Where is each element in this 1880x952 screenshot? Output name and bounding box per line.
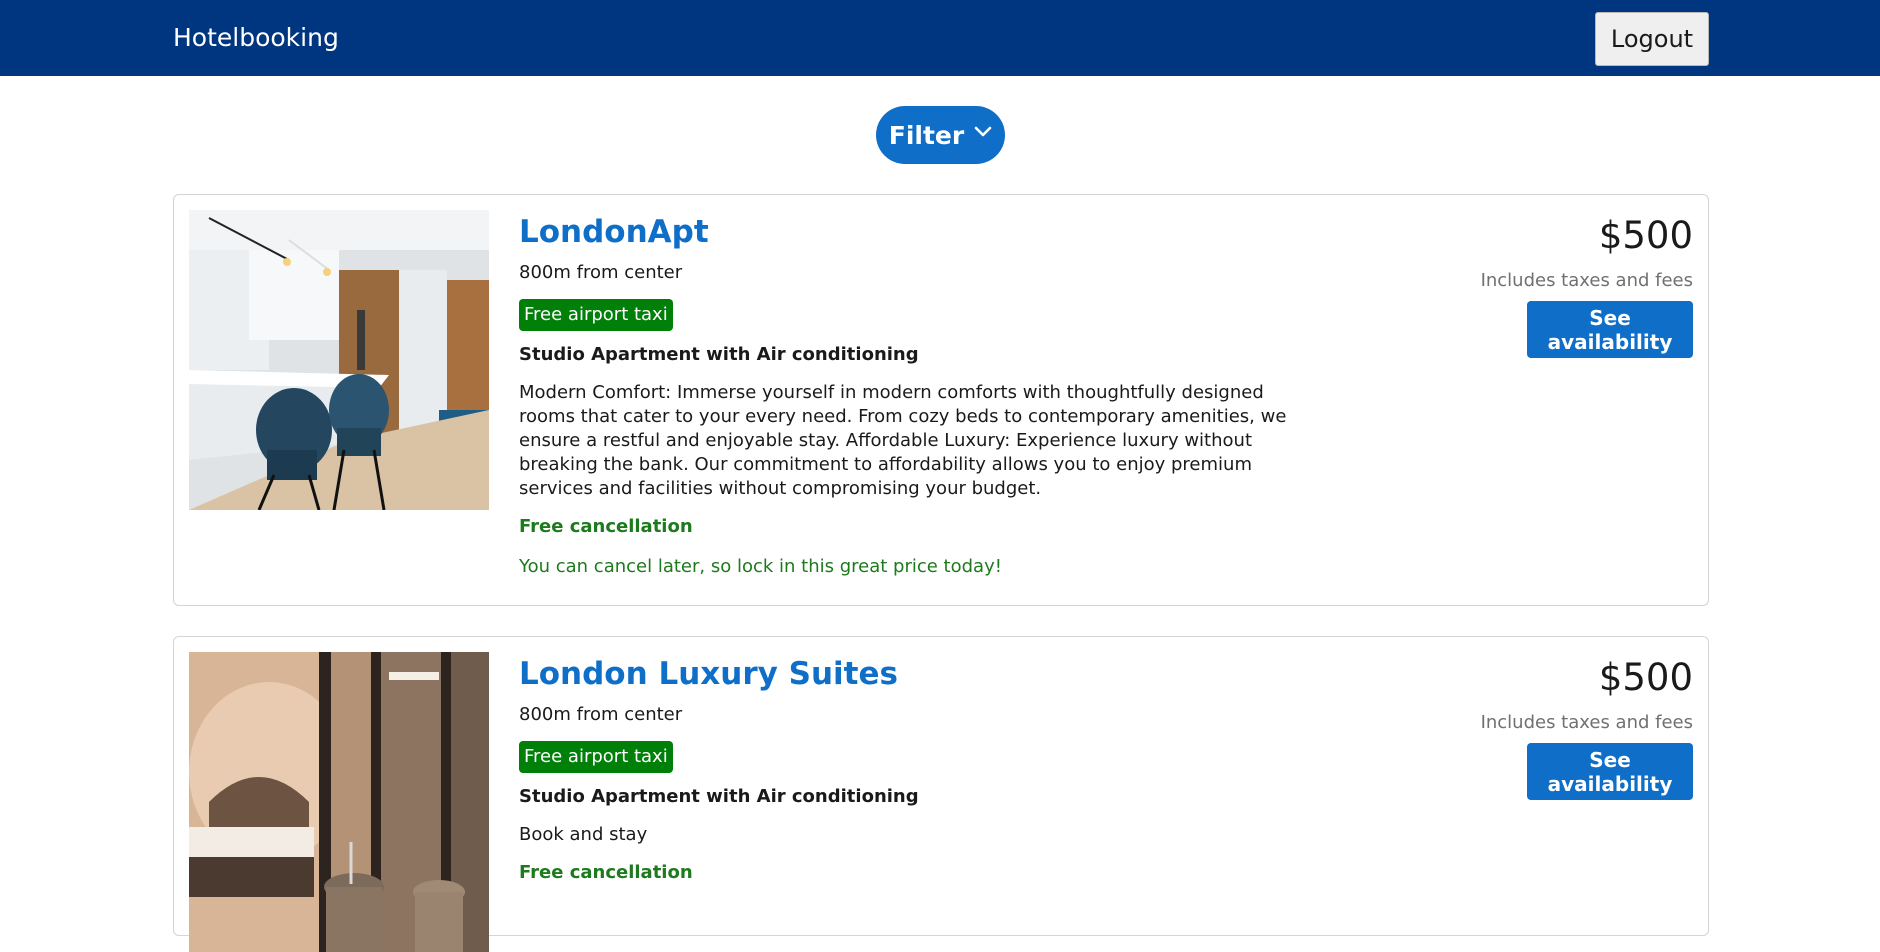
hotel-info: LondonApt 800m from center Free airport … bbox=[519, 213, 1289, 579]
cancellation-note: You can cancel later, so lock in this gr… bbox=[519, 556, 1002, 577]
hotel-card: London Luxury Suites 800m from center Fr… bbox=[173, 636, 1709, 952]
distance-text: 800m from center bbox=[519, 262, 683, 283]
room-type: Studio Apartment with Air conditioning bbox=[519, 344, 919, 365]
free-cancellation-label: Free cancellation bbox=[519, 862, 693, 883]
hotel-name-link[interactable]: LondonApt bbox=[519, 213, 1289, 251]
price-value: $500 bbox=[1598, 214, 1693, 257]
top-navbar: Hotelbooking Logout bbox=[0, 0, 1880, 76]
hotel-description: Book and stay bbox=[519, 824, 648, 845]
logout-button[interactable]: Logout bbox=[1595, 12, 1709, 66]
taxes-note: Includes taxes and fees bbox=[1480, 270, 1693, 291]
hotel-photo[interactable] bbox=[189, 210, 489, 510]
see-availability-button[interactable]: See availability bbox=[1527, 743, 1693, 800]
hotel-name-link[interactable]: London Luxury Suites bbox=[519, 655, 1289, 693]
filter-button[interactable]: Filter bbox=[876, 106, 1005, 164]
room-type: Studio Apartment with Air conditioning bbox=[519, 786, 919, 807]
hotel-info: London Luxury Suites 800m from center Fr… bbox=[519, 655, 1289, 885]
hotel-photo[interactable] bbox=[189, 652, 489, 952]
brand-logo-text[interactable]: Hotelbooking bbox=[173, 22, 339, 54]
filter-label: Filter bbox=[888, 120, 965, 150]
hotel-card: LondonApt 800m from center Free airport … bbox=[173, 194, 1709, 606]
price-box: $500 Includes taxes and fees See availab… bbox=[1433, 213, 1693, 358]
see-availability-button[interactable]: See availability bbox=[1527, 301, 1693, 358]
free-cancellation-label: Free cancellation bbox=[519, 516, 693, 537]
hotel-description: Modern Comfort: Immerse yourself in mode… bbox=[519, 382, 1287, 499]
free-airport-taxi-badge: Free airport taxi bbox=[519, 741, 673, 773]
price-value: $500 bbox=[1598, 656, 1693, 699]
free-airport-taxi-badge: Free airport taxi bbox=[519, 299, 673, 331]
price-box: $500 Includes taxes and fees See availab… bbox=[1433, 655, 1693, 800]
distance-text: 800m from center bbox=[519, 704, 683, 725]
chevron-down-icon bbox=[974, 126, 992, 137]
taxes-note: Includes taxes and fees bbox=[1480, 712, 1693, 733]
